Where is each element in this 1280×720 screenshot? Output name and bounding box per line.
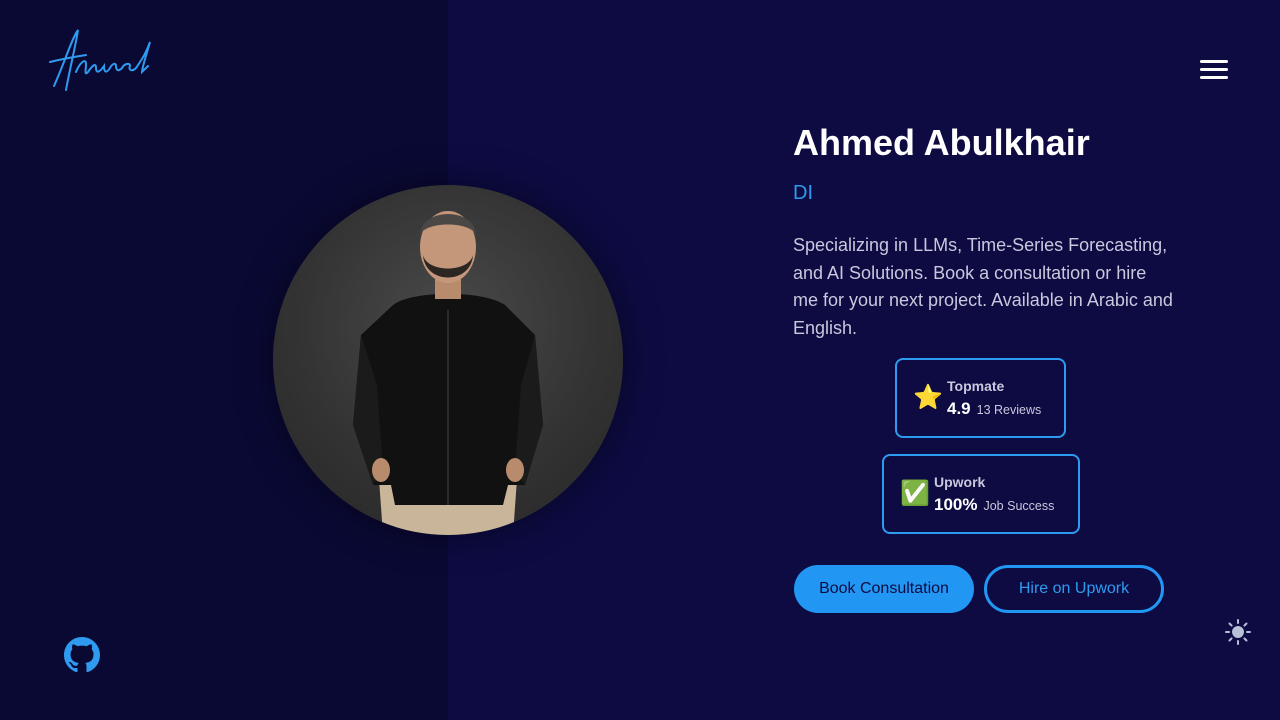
- profile-description: Specializing in LLMs, Time-Series Foreca…: [793, 235, 1173, 339]
- sun-icon[interactable]: [1224, 618, 1252, 646]
- badge-value: 4.9: [947, 398, 971, 418]
- upwork-badge[interactable]: ✅ Upwork 100% Job Success: [882, 454, 1080, 534]
- badge-title: Upwork: [934, 473, 986, 490]
- badge-sub: 13 Reviews: [976, 402, 1042, 417]
- badge-title: Topmate: [947, 377, 1005, 394]
- hamburger-menu-icon[interactable]: [1198, 60, 1230, 86]
- profile-photo: [273, 185, 623, 535]
- page: Ahmed Abulkhair DI Specializing in LLMs,…: [0, 0, 1280, 720]
- badge-value: 100%: [934, 494, 978, 514]
- profile-name: Ahmed Abulkhair: [793, 122, 1090, 163]
- book-consultation-button[interactable]: Book Consultation: [794, 565, 974, 613]
- badge-sub: Job Success: [983, 498, 1055, 513]
- topmate-badge[interactable]: ⭐ Topmate 4.9 13 Reviews: [895, 358, 1066, 438]
- check-icon: ✅: [900, 480, 930, 507]
- hire-on-upwork-button[interactable]: Hire on Upwork: [984, 565, 1164, 613]
- profile-role: DI: [793, 182, 813, 204]
- logo[interactable]: [46, 24, 156, 94]
- star-icon: ⭐: [913, 384, 943, 411]
- github-icon[interactable]: [64, 637, 100, 673]
